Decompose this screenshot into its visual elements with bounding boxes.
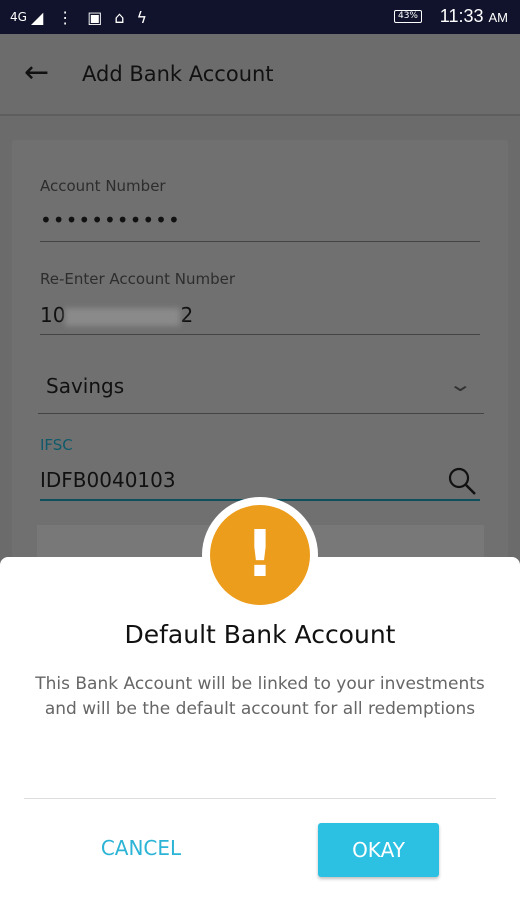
- dialog-message: This Bank Account will be linked to your…: [35, 674, 485, 719]
- page-title: Add Bank Account: [82, 62, 274, 86]
- dialog-title: Default Bank Account: [124, 620, 396, 649]
- signal-icon: ◢: [30, 7, 44, 27]
- exclamation-icon: !: [210, 505, 310, 605]
- image-icon: ▣: [87, 7, 103, 27]
- network-indicator: 4G: [10, 10, 27, 24]
- okay-button[interactable]: OKAY: [318, 823, 439, 877]
- more-icon: ⋮: [57, 7, 74, 27]
- flash-icon: ϟ: [136, 7, 148, 27]
- home-icon: ⌂: [114, 7, 125, 27]
- status-bar: 4G ◢ ⋮ ▣ ⌂ ϟ 43% 11:33 AM: [0, 0, 520, 34]
- search-icon[interactable]: [446, 465, 478, 497]
- ifsc-label: IFSC: [40, 436, 73, 454]
- account-number-input[interactable]: •••••••••••: [40, 208, 181, 232]
- reenter-account-input[interactable]: 10 2: [40, 303, 193, 327]
- account-number-label: Account Number: [40, 177, 166, 195]
- account-type-select[interactable]: Savings: [46, 374, 124, 398]
- dialog-divider: [24, 798, 496, 799]
- ifsc-input[interactable]: IDFB0040103: [40, 468, 176, 492]
- divider: [40, 241, 480, 242]
- cancel-button[interactable]: CANCEL: [70, 836, 212, 860]
- chevron-down-icon[interactable]: ⌄: [448, 372, 473, 396]
- toolbar: ← Add Bank Account: [0, 34, 520, 116]
- battery-icon: 43%: [393, 10, 422, 23]
- divider: [40, 334, 480, 335]
- back-arrow-icon[interactable]: ←: [24, 58, 49, 88]
- divider: [38, 413, 484, 414]
- clock: 11:33 AM: [439, 6, 508, 26]
- reenter-account-label: Re-Enter Account Number: [40, 270, 236, 288]
